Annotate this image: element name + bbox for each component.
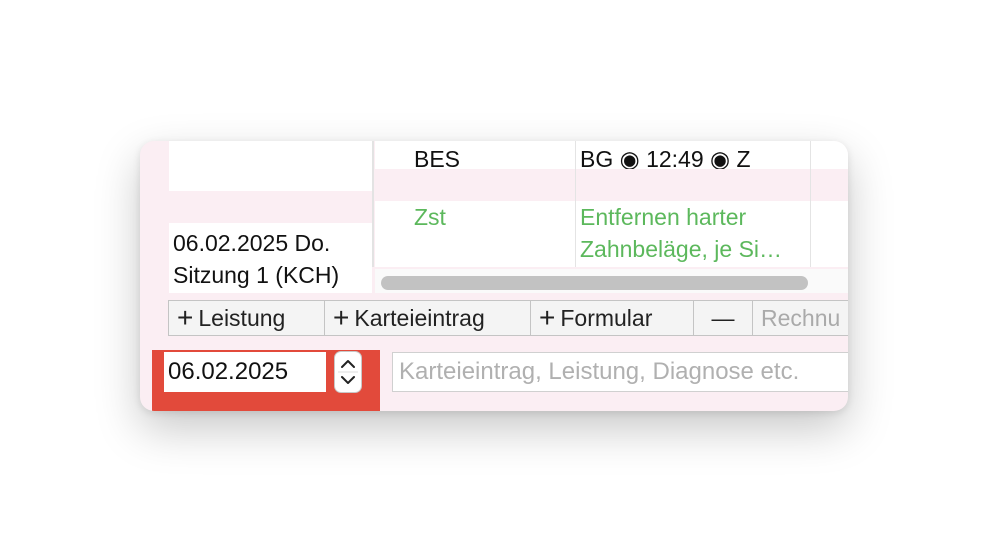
session-name-label: Sitzung 1 (KCH) xyxy=(173,262,340,288)
plus-icon: + xyxy=(177,302,194,333)
column-divider xyxy=(810,141,811,267)
add-formular-label: Formular xyxy=(560,304,653,331)
add-formular-button[interactable]: + Formular xyxy=(530,300,694,336)
add-leistung-label: Leistung xyxy=(198,304,286,331)
patient-record-window: 06.02.2025 Do. Sitzung 1 (KCH) BES BG ◉ … xyxy=(140,141,848,411)
entry-description-zst-line2[interactable]: Zahnbeläge, je Si… xyxy=(580,233,782,265)
rechnung-button[interactable]: Rechnu xyxy=(752,300,848,336)
plus-icon: + xyxy=(539,302,556,333)
entry-code-bes[interactable]: BES xyxy=(414,143,460,175)
horizontal-scrollbar[interactable] xyxy=(375,269,848,293)
remove-button[interactable]: — xyxy=(693,300,753,336)
date-stepper[interactable] xyxy=(335,352,361,392)
date-field[interactable] xyxy=(164,352,326,392)
add-karteieintrag-label: Karteieintrag xyxy=(354,304,485,331)
add-leistung-button[interactable]: + Leistung xyxy=(168,300,325,336)
entry-description-zst-line1[interactable]: Entfernen harter xyxy=(580,201,746,233)
plus-icon: + xyxy=(333,302,350,333)
rechnung-label: Rechnu xyxy=(761,304,841,331)
column-divider xyxy=(372,141,374,267)
entry-code-zst[interactable]: Zst xyxy=(414,201,446,233)
session-date-label: 06.02.2025 Do. xyxy=(173,230,331,256)
scrollbar-thumb[interactable] xyxy=(381,276,808,290)
entry-search-input[interactable] xyxy=(392,352,848,392)
column-divider xyxy=(575,141,576,267)
entries-table: BES BG ◉ 12:49 ◉ Z Zst Entfernen harter … xyxy=(375,141,848,267)
entry-description-bes[interactable]: BG ◉ 12:49 ◉ Z xyxy=(580,143,751,169)
session-column-top xyxy=(169,141,372,191)
minus-icon: — xyxy=(711,304,735,331)
chevron-up-down-icon xyxy=(338,360,358,384)
action-toolbar: + Leistung + Karteieintrag + Formular — … xyxy=(168,300,848,336)
add-karteieintrag-button[interactable]: + Karteieintrag xyxy=(324,300,531,336)
